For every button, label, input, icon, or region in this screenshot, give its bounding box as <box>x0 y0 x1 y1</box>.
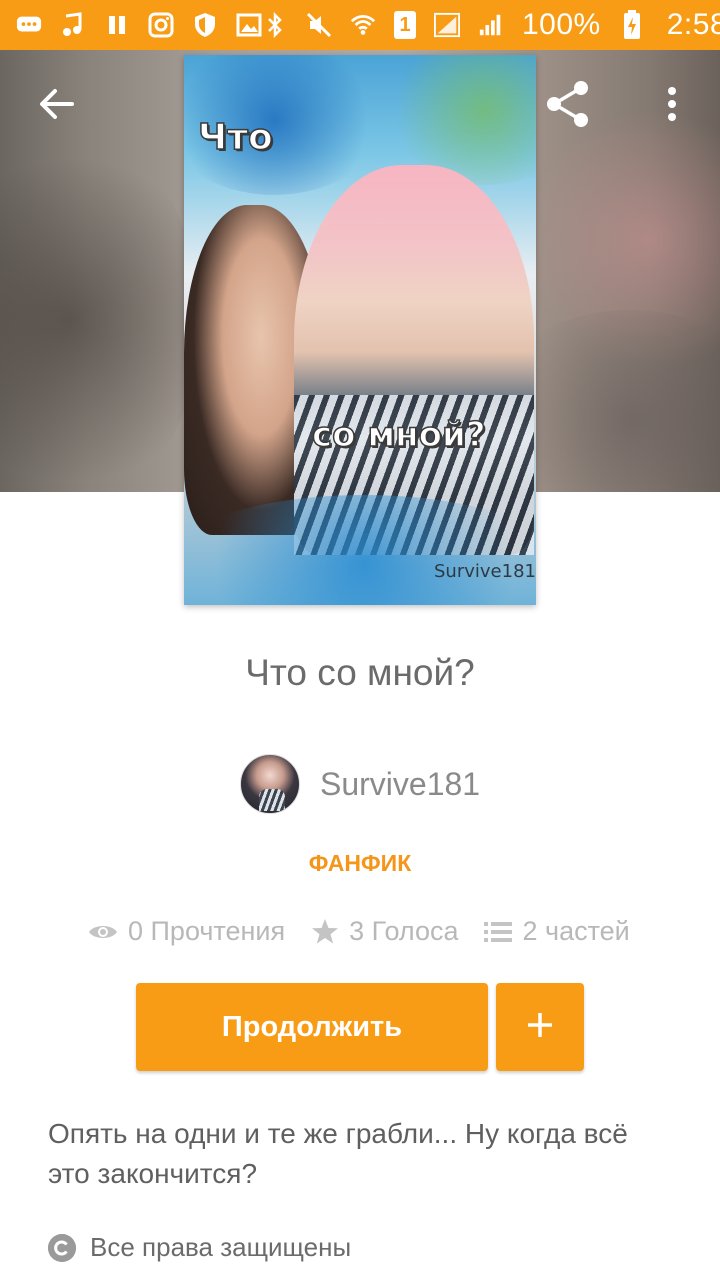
sim-slot-label: 1 <box>399 13 411 36</box>
votes-stat: 3 Голоса <box>311 916 458 947</box>
copyright-notice: Все права защищены <box>48 1232 351 1263</box>
more-options-button[interactable] <box>640 74 704 138</box>
avatar <box>240 754 300 814</box>
list-icon <box>484 921 513 943</box>
status-bar: 1 100% 2:58 <box>0 0 720 50</box>
star-icon <box>311 918 339 945</box>
plus-icon <box>526 1011 554 1044</box>
parts-count: 2 частей <box>522 916 630 946</box>
signal-bars-icon <box>478 12 504 38</box>
add-to-library-button[interactable] <box>496 983 584 1071</box>
story-title: Что со мной? <box>245 652 475 693</box>
shield-icon <box>192 12 218 38</box>
copyright-icon <box>48 1233 76 1262</box>
continue-button-label: Продолжить <box>221 1010 403 1043</box>
more-vertical-icon <box>667 86 677 127</box>
story-description: Опять на одни и те же грабли... Ну когда… <box>48 1118 628 1189</box>
continue-reading-button[interactable]: Продолжить <box>136 983 488 1071</box>
battery-charging-icon <box>619 10 645 39</box>
cover-text-bottom: со мной? <box>311 414 486 456</box>
signal-icon <box>434 12 460 38</box>
chat-icon <box>16 12 42 38</box>
music-icon <box>60 12 86 38</box>
parts-stat: 2 частей <box>484 916 630 947</box>
reads-stat: 0 Прочтения <box>88 916 285 947</box>
image-icon <box>236 12 262 38</box>
instagram-icon <box>148 12 174 38</box>
author-link[interactable]: Survive181 <box>240 754 480 814</box>
story-stats: 0 Прочтения 3 Голоса 2 частей <box>88 916 630 947</box>
battery-percent: 100% <box>522 8 601 41</box>
story-category[interactable]: ФАНФИК <box>0 850 720 877</box>
reads-count: 0 Прочтения <box>128 916 286 946</box>
arrow-left-icon <box>38 88 74 125</box>
back-button[interactable] <box>24 74 88 138</box>
status-left <box>16 12 262 38</box>
share-icon <box>543 79 593 134</box>
share-button[interactable] <box>536 74 600 138</box>
mute-icon <box>306 12 332 38</box>
copyright-text: Все права защищены <box>90 1232 352 1262</box>
eye-icon <box>88 922 118 942</box>
cover-text-top: Что <box>197 116 273 159</box>
clock: 2:58 <box>666 8 720 41</box>
cover-signature: Survive181 <box>434 561 536 582</box>
sim-icon: 1 <box>394 11 416 39</box>
story-cover[interactable]: Что со мной? Survive181 <box>184 55 536 605</box>
bluetooth-icon <box>262 12 288 38</box>
author-name: Survive181 <box>320 765 481 802</box>
votes-count: 3 Голоса <box>349 916 459 946</box>
pause-icon <box>104 12 130 38</box>
wifi-icon <box>350 12 376 38</box>
status-right: 1 100% 2:58 <box>262 8 720 42</box>
